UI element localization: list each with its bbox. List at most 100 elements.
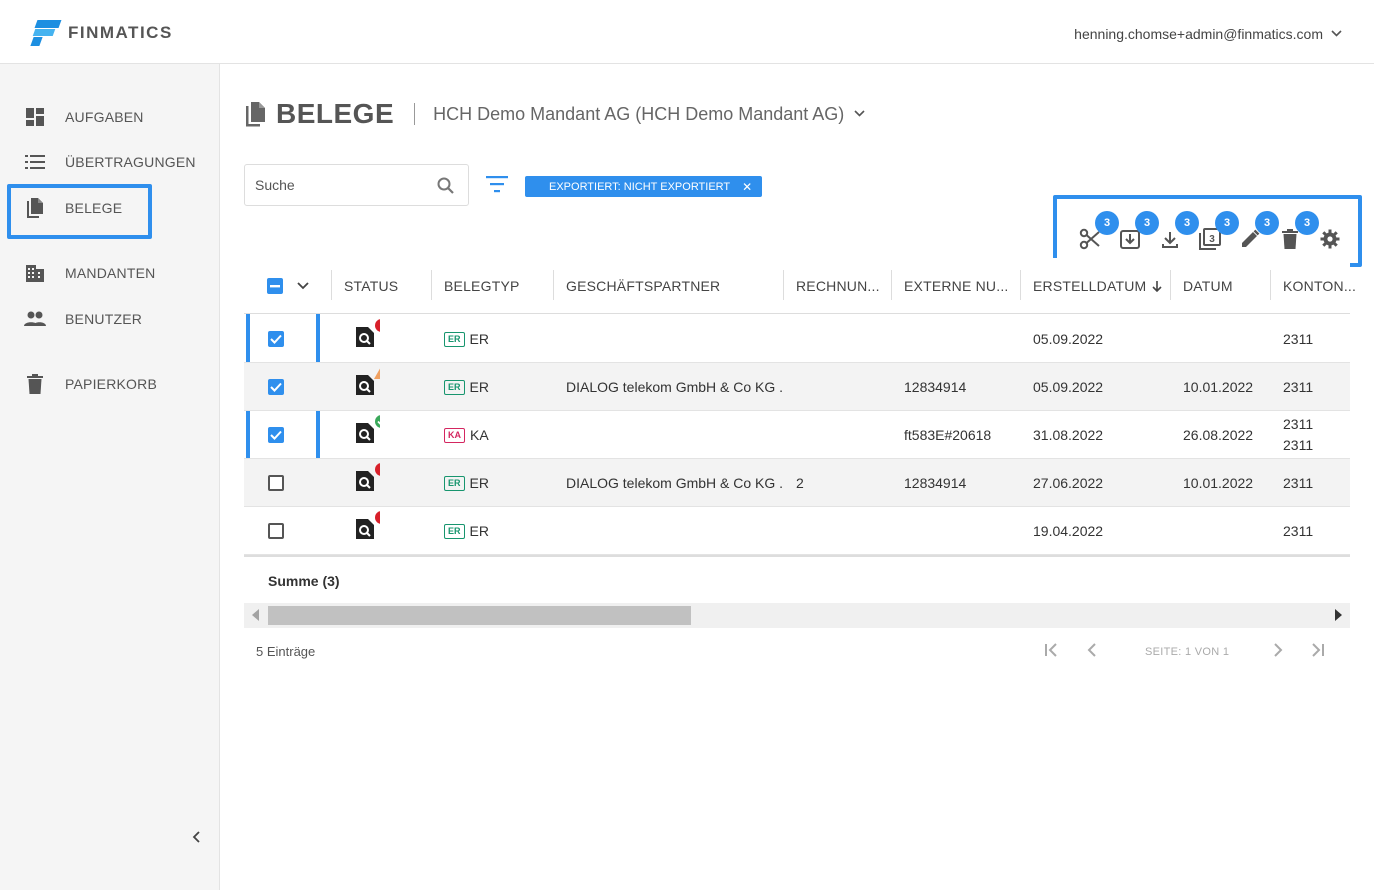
erstelldatum-cell: 27.06.2022 [1033,475,1104,491]
sidebar-item-aufgaben[interactable]: AUFGABEN [24,106,144,128]
building-icon [24,262,46,284]
next-page-button[interactable] [1273,643,1283,657]
mandant-selector[interactable]: HCH Demo Mandant AG (HCH Demo Mandant AG… [433,104,844,125]
download-icon [1162,232,1178,248]
row-checkbox[interactable] [268,315,284,363]
extern-cell: 12834914 [904,475,967,491]
scrollbar-thumb[interactable] [268,606,691,625]
finmatics-logo[interactable]: FINMATICS [30,20,173,46]
column-erstelldatum[interactable]: ERSTELLDATUM [1020,258,1170,314]
sidebar-item-label: PAPIERKORB [65,376,157,392]
row-checkbox[interactable] [268,363,284,411]
partner-cell [566,315,784,363]
user-email: henning.chomse+admin@finmatics.com [1074,26,1323,42]
sidebar-item-uebertragungen[interactable]: ÜBERTRAGUNGEN [24,151,196,173]
search-input[interactable] [255,177,425,193]
error-icon [375,319,380,332]
settings-icon [1320,229,1340,249]
settings-button[interactable] [1319,228,1341,250]
extern-cell: ft583E#20618 [904,427,992,443]
partner-cell: DIALOG telekom GmbH & Co KG ... [566,379,784,395]
table-row[interactable]: ER ER DIALOG telekom GmbH & Co KG ... 128… [244,363,1350,411]
document-search-icon [356,471,374,491]
count-badge: 3 [1215,211,1239,235]
sum-row: Summe (3) [244,555,1350,603]
column-externe-nummer[interactable]: EXTERNE NU... [891,258,1020,314]
select-all-checkbox[interactable] [267,258,283,314]
scroll-right-icon[interactable] [1335,609,1342,621]
belegtyp-cell: ER ER [444,315,489,363]
type-tag: ER [444,331,465,347]
table-row[interactable]: ER ER DIALOG telekom GmbH & Co KG ... 2 1… [244,459,1350,507]
table-row[interactable]: ER ER 05.09.2022 2311 [244,315,1350,363]
filter-icon[interactable] [485,175,509,198]
table-row[interactable]: ER ER 19.04.2022 2311 [244,507,1350,555]
column-label: DATUM [1183,278,1233,294]
column-label: EXTERNE NU... [904,278,1009,294]
row-checkbox[interactable] [268,459,284,507]
close-icon[interactable]: ✕ [742,180,752,194]
trash-icon [24,373,46,395]
status-cell[interactable] [356,459,380,507]
sidebar-item-papierkorb[interactable]: PAPIERKORB [24,373,157,395]
scroll-left-icon[interactable] [252,609,259,621]
rechnung-cell: 2 [796,475,804,491]
search-icon[interactable] [437,177,454,199]
file-copy-icon [244,101,266,127]
row-checkbox[interactable] [268,411,284,459]
column-label: ERSTELLDATUM [1033,278,1147,294]
search-box [244,164,469,206]
highlight-belege [7,184,152,239]
type-value: ER [469,475,489,491]
status-cell[interactable] [356,411,380,459]
chevron-down-icon[interactable] [854,108,865,120]
column-label: STATUS [344,278,399,294]
page-title: BELEGE [276,98,395,129]
type-tag: ER [444,379,465,395]
row-checkbox[interactable] [268,507,284,555]
count-badge: 3 [1095,211,1119,235]
entry-count: 5 Einträge [256,644,316,659]
datum-cell: 10.01.2022 [1183,475,1254,491]
type-value: KA [470,427,489,443]
filter-chip[interactable]: EXPORTIERT: NICHT EXPORTIERT ✕ [525,176,763,197]
column-belegtyp[interactable]: BELEGTYP [431,258,553,314]
logo-mark-icon [30,20,62,46]
document-search-icon [356,519,374,539]
dashboard-icon [24,106,46,128]
count-badge: 3 [1295,211,1319,235]
selection-menu-button[interactable] [297,258,309,314]
column-rechnungsnummer[interactable]: RECHNUN... [783,258,891,314]
filter-chip-label: EXPORTIERT: NICHT EXPORTIERT [549,180,731,193]
table-row[interactable]: KA KA ft583E#20618 31.08.2022 26.08.2022 … [244,411,1350,459]
brand-name: FINMATICS [68,23,173,42]
type-tag: ER [444,475,465,491]
user-menu[interactable]: henning.chomse+admin@finmatics.com [1074,26,1342,42]
partner-cell [566,507,784,555]
first-page-button[interactable] [1044,643,1060,657]
belegtyp-cell: ER ER [444,507,489,555]
column-status[interactable]: STATUS [331,258,431,314]
column-kontonummer[interactable]: KONTON... [1270,258,1356,314]
column-geschaeftspartner[interactable]: GESCHÄFTSPARTNER [553,258,783,314]
status-cell[interactable] [356,507,380,555]
chevron-right-icon [1274,643,1283,657]
collapse-sidebar-button[interactable] [192,830,200,846]
sidebar-item-benutzer[interactable]: BENUTZER [24,308,142,330]
datum-cell: 26.08.2022 [1183,427,1254,443]
status-cell[interactable] [356,363,380,411]
indeterminate-checkbox [267,278,283,294]
chevron-left-icon [192,831,200,843]
konto-value: 2311 [1283,416,1314,432]
column-datum[interactable]: DATUM [1170,258,1270,314]
status-cell[interactable] [356,315,380,363]
sidebar-item-mandanten[interactable]: MANDANTEN [24,262,155,284]
sum-label: Summe (3) [268,573,340,589]
sidebar-item-label: AUFGABEN [65,109,144,125]
chevron-down-icon [1331,28,1342,40]
prev-page-button[interactable] [1087,643,1097,657]
count-badge: 3 [1175,211,1199,235]
delete-icon [1282,229,1298,249]
last-page-button[interactable] [1309,643,1325,657]
horizontal-scrollbar[interactable] [244,603,1350,628]
